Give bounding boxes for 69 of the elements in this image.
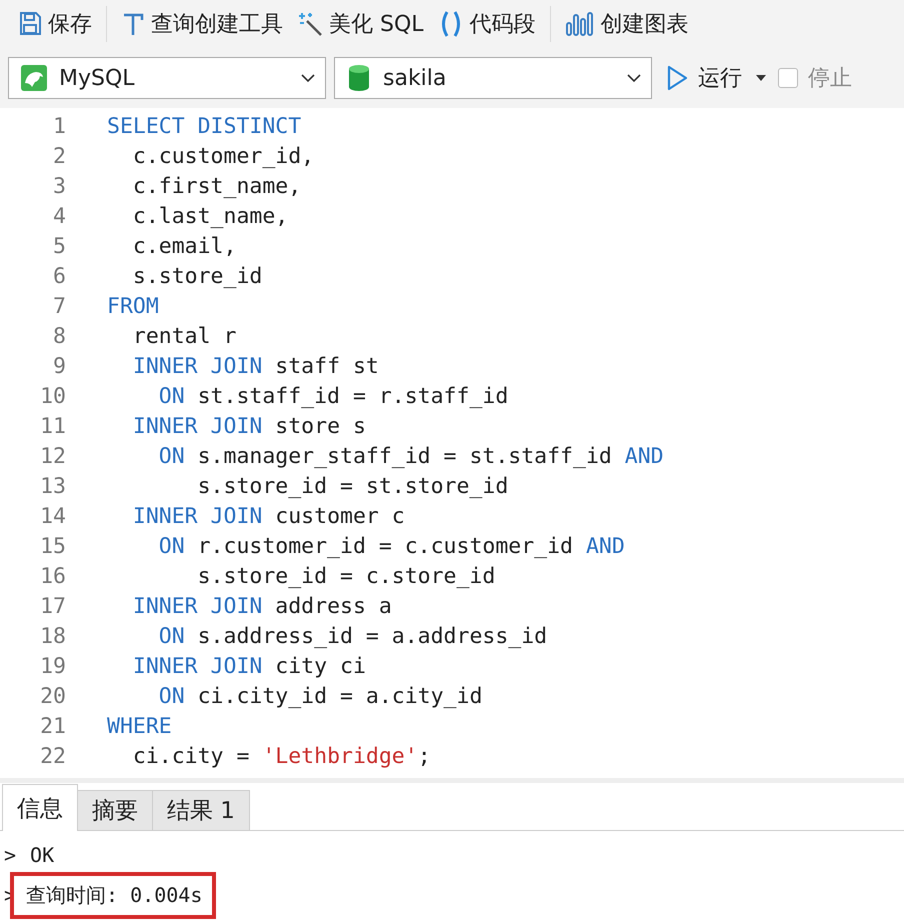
line-number: 14 (39, 504, 66, 528)
code-line: ON ci.city_id = a.city_id (158, 684, 482, 708)
prompt-marker: > (4, 843, 16, 867)
magic-wand-icon (297, 11, 323, 37)
code-line: ON r.customer_id = c.customer_id AND (158, 534, 625, 558)
code-line: INNER JOIN staff st (132, 354, 379, 378)
line-number: 13 (39, 474, 66, 498)
dropdown-caret-icon (756, 75, 766, 81)
dolphin-icon (21, 65, 47, 91)
result-tab[interactable]: 结果 1 (152, 790, 250, 830)
line-number: 20 (39, 684, 66, 708)
line-number: 2 (52, 144, 66, 168)
stop-label: 停止 (808, 65, 852, 93)
database-dropdown[interactable]: sakila (334, 57, 652, 99)
line-number: 4 (52, 204, 66, 228)
play-icon (666, 64, 688, 92)
toolbar-button[interactable]: 查询创建工具 (115, 5, 289, 43)
line-number: 21 (39, 714, 66, 738)
code-line: s.store_id (132, 264, 262, 288)
result-tab[interactable]: 信息 (2, 784, 78, 831)
line-number: 16 (39, 564, 66, 588)
chevron-icon (627, 73, 641, 83)
line-number: 22 (39, 744, 66, 768)
code-line: FROM (107, 294, 159, 318)
line-number: 8 (52, 324, 66, 348)
code-line: INNER JOIN address a (132, 594, 392, 618)
code-line: rental r (132, 324, 236, 348)
save-icon (18, 11, 42, 37)
toolbar-button[interactable]: 美化 SQL (291, 5, 430, 43)
code-line: c.email, (132, 234, 236, 258)
code-line: c.customer_id, (132, 144, 314, 168)
line-number: 19 (39, 654, 66, 678)
line-number: 18 (39, 624, 66, 648)
line-number: 15 (39, 534, 66, 558)
line-number: 6 (52, 264, 66, 288)
code-line: ON s.address_id = a.address_id (158, 624, 548, 648)
line-number: 11 (39, 414, 66, 438)
highlighted-message: 查询时间: 0.004s (10, 872, 216, 918)
line-number: 17 (39, 594, 66, 618)
code-line: SELECT DISTINCT (107, 114, 302, 138)
run-button[interactable]: 运行 (660, 59, 748, 97)
code-line: c.first_name, (132, 174, 302, 198)
code-line: c.last_name, (132, 204, 288, 228)
chevron-icon (301, 73, 315, 83)
message-text: OK (29, 843, 56, 867)
code-line: ON s.manager_staff_id = st.staff_id AND (158, 444, 664, 468)
bar-chart-icon (564, 11, 595, 37)
toolbar-button[interactable]: 代码段 (432, 5, 542, 43)
code-line: INNER JOIN city ci (132, 654, 366, 678)
code-line: WHERE (107, 714, 172, 738)
line-number: 3 (52, 174, 66, 198)
line-number: 12 (39, 444, 66, 468)
connection-dropdown[interactable]: MySQL (8, 57, 326, 99)
database-icon (347, 64, 371, 92)
line-number: 9 (52, 354, 66, 378)
line-number: 1 (52, 114, 66, 138)
code-line: s.store_id = st.store_id (196, 474, 508, 498)
toolbar-button[interactable]: 保存 (12, 5, 98, 43)
toolbar-button[interactable]: 创建图表 (558, 5, 695, 43)
code-line: INNER JOIN store s (132, 414, 366, 438)
code-line: ON st.staff_id = r.staff_id (158, 384, 508, 408)
code-line: s.store_id = c.store_id (196, 564, 496, 588)
code-line: INNER JOIN customer c (132, 504, 405, 528)
line-number: 5 (52, 234, 66, 258)
line-number: 7 (52, 294, 66, 318)
code-line: ci.city = 'Lethbridge'; (132, 744, 431, 768)
hammer-icon (121, 11, 145, 37)
result-tab[interactable]: 摘要 (77, 790, 153, 830)
line-number: 10 (39, 384, 66, 408)
